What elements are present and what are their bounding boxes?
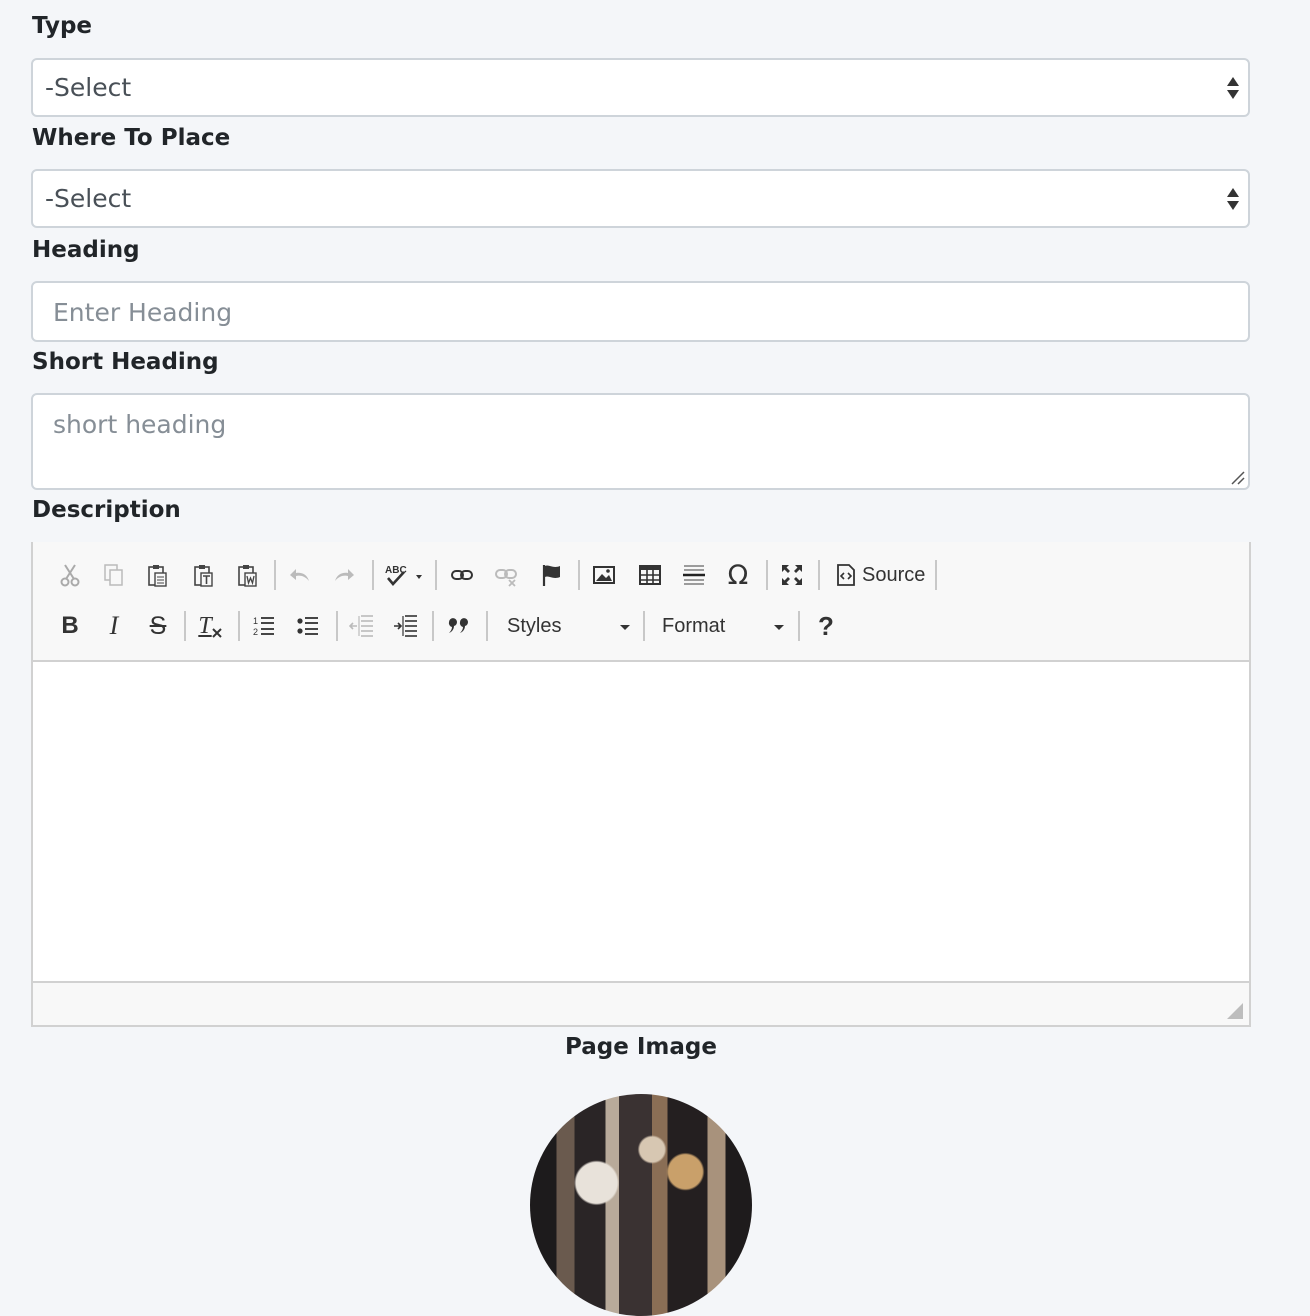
editor-content-area[interactable] (33, 662, 1249, 983)
toolbar-separator (486, 611, 488, 641)
maximize-icon[interactable] (775, 558, 809, 592)
source-button-label[interactable]: Source (862, 564, 925, 587)
toolbar-separator (435, 560, 437, 590)
type-label: Type (32, 13, 93, 39)
remove-format-icon[interactable]: T (193, 609, 227, 643)
help-icon[interactable]: ? (809, 609, 843, 643)
toolbar-separator (336, 611, 338, 641)
toolbar-separator (935, 560, 937, 590)
source-icon[interactable] (829, 558, 863, 592)
format-dropdown[interactable]: Format (662, 610, 792, 644)
page-image-thumbnail[interactable] (530, 1094, 752, 1316)
type-select-value: -Select (45, 73, 132, 102)
heading-label: Heading (32, 237, 140, 263)
toolbar-separator (766, 560, 768, 590)
svg-text:1: 1 (253, 616, 258, 626)
indent-icon[interactable] (389, 609, 423, 643)
italic-icon[interactable]: I (97, 609, 131, 643)
chevron-down-icon (774, 625, 784, 630)
outdent-icon[interactable] (345, 609, 379, 643)
where-to-place-label: Where To Place (32, 125, 231, 151)
help-glyph: ? (818, 610, 834, 641)
strikethrough-icon[interactable]: S (141, 609, 175, 643)
toolbar-separator (184, 611, 186, 641)
styles-dropdown-label: Styles (507, 615, 562, 637)
paste-word-icon[interactable] (231, 558, 265, 592)
numbered-list-icon[interactable]: 12 (247, 609, 281, 643)
toolbar-separator (432, 611, 434, 641)
toolbar-separator (372, 560, 374, 590)
omega-glyph: Ω (727, 559, 749, 591)
select-arrows-icon (1227, 77, 1239, 99)
toolbar-separator (274, 560, 276, 590)
spellcheck-icon[interactable]: ABC (381, 558, 427, 592)
resize-grip-icon[interactable] (1229, 469, 1245, 485)
format-dropdown-label: Format (662, 615, 726, 637)
editor-toolbar: ABC Ω Source B I S T 1 2 Styles Format ? (33, 542, 1249, 662)
italic-glyph: I (109, 611, 119, 640)
blockquote-icon[interactable] (441, 609, 475, 643)
toolbar-separator (798, 611, 800, 641)
short-heading-label: Short Heading (32, 349, 219, 375)
bold-icon[interactable]: B (53, 609, 87, 643)
paste-text-icon[interactable] (187, 558, 221, 592)
copy-icon[interactable] (97, 558, 131, 592)
unlink-icon[interactable] (489, 558, 523, 592)
remove-x-mark (211, 628, 222, 638)
undo-icon[interactable] (283, 558, 317, 592)
bold-glyph: B (61, 612, 79, 639)
rich-text-editor: ABC Ω Source B I S T 1 2 Styles Format ? (31, 542, 1251, 1027)
where-to-place-select[interactable]: -Select (31, 169, 1250, 228)
short-heading-placeholder: short heading (53, 410, 227, 439)
page-image-label: Page Image (565, 1034, 717, 1060)
svg-text:2: 2 (253, 627, 258, 637)
toolbar-separator (238, 611, 240, 641)
toolbar-separator (643, 611, 645, 641)
select-arrows-icon (1227, 188, 1239, 210)
description-label: Description (32, 497, 181, 523)
horizontal-line-icon[interactable] (677, 558, 711, 592)
resize-handle-icon[interactable] (1227, 1003, 1243, 1019)
table-icon[interactable] (633, 558, 667, 592)
anchor-icon[interactable] (535, 558, 569, 592)
cut-icon[interactable] (53, 558, 87, 592)
where-to-place-select-value: -Select (45, 184, 132, 213)
toolbar-separator (818, 560, 820, 590)
paste-icon[interactable] (141, 558, 175, 592)
styles-dropdown[interactable]: Styles (507, 610, 637, 644)
chevron-down-icon (620, 625, 630, 630)
heading-input[interactable]: Enter Heading (31, 281, 1250, 342)
type-select[interactable]: -Select (31, 58, 1250, 117)
remove-format-glyph: T (198, 612, 212, 639)
short-heading-textarea[interactable]: short heading (31, 393, 1250, 490)
link-icon[interactable] (445, 558, 479, 592)
bulleted-list-icon[interactable] (291, 609, 325, 643)
toolbar-separator (578, 560, 580, 590)
image-icon[interactable] (587, 558, 621, 592)
special-char-icon[interactable]: Ω (721, 558, 755, 592)
redo-icon[interactable] (327, 558, 361, 592)
strike-glyph: S (149, 611, 167, 640)
heading-placeholder: Enter Heading (53, 298, 233, 327)
editor-status-bar (33, 981, 1249, 1025)
